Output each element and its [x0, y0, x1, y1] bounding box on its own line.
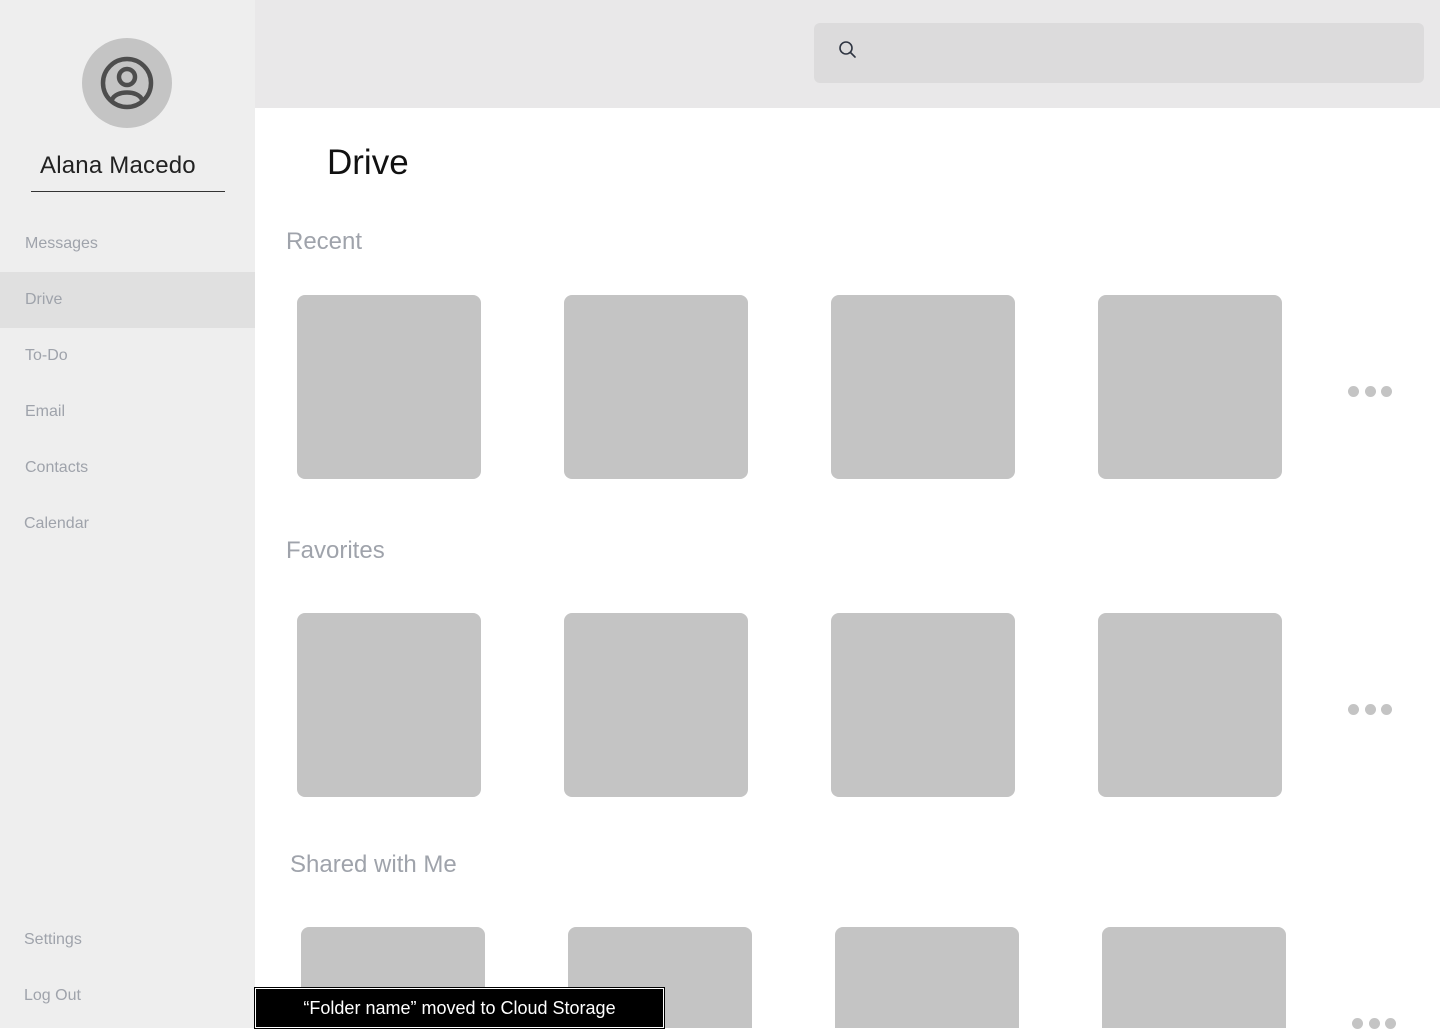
user-icon — [100, 56, 154, 110]
recent-item-3[interactable] — [831, 295, 1015, 479]
username-divider — [31, 191, 225, 192]
dot-icon — [1348, 703, 1359, 715]
recent-item-2[interactable] — [564, 295, 748, 479]
favorites-item-2[interactable] — [564, 613, 748, 797]
sidebar-item-email[interactable]: Email — [0, 384, 255, 440]
sidebar: Alana Macedo Messages Drive To-Do Email … — [0, 0, 255, 1028]
section-title-favorites: Favorites — [286, 537, 385, 564]
dot-icon — [1364, 703, 1376, 715]
page-title: Drive — [327, 143, 409, 182]
logout-link[interactable]: Log Out — [0, 968, 255, 1024]
toast-notification: “Folder name” moved to Cloud Storage — [254, 987, 665, 1029]
section-title-shared: Shared with Me — [290, 851, 457, 878]
dot-icon — [1381, 385, 1392, 397]
dot-icon — [1348, 385, 1359, 397]
recent-item-4[interactable] — [1098, 295, 1282, 479]
sidebar-item-todo[interactable]: To-Do — [0, 328, 255, 384]
dot-icon — [1364, 385, 1376, 397]
sidebar-item-calendar[interactable]: Calendar — [0, 496, 255, 552]
recent-item-1[interactable] — [297, 295, 481, 479]
recent-more-button[interactable] — [1348, 384, 1392, 398]
search-icon — [839, 41, 856, 58]
shared-item-4[interactable] — [1102, 927, 1286, 1028]
search-bar[interactable] — [814, 23, 1424, 83]
settings-link[interactable]: Settings — [0, 912, 255, 968]
section-title-recent: Recent — [286, 228, 363, 255]
dot-icon — [1385, 1017, 1396, 1029]
username: Alana Macedo — [40, 152, 196, 179]
sidebar-item-messages[interactable]: Messages — [0, 216, 255, 272]
shared-item-3[interactable] — [835, 927, 1019, 1028]
favorites-item-4[interactable] — [1098, 613, 1282, 797]
dot-icon — [1381, 703, 1392, 715]
search-input[interactable] — [874, 23, 1408, 83]
sidebar-item-contacts[interactable]: Contacts — [0, 440, 255, 496]
favorites-more-button[interactable] — [1348, 702, 1392, 716]
avatar[interactable] — [82, 38, 172, 128]
dot-icon — [1352, 1017, 1363, 1029]
favorites-item-1[interactable] — [297, 613, 481, 797]
dot-icon — [1368, 1017, 1380, 1029]
sidebar-item-drive[interactable]: Drive — [0, 272, 255, 328]
favorites-item-3[interactable] — [831, 613, 1015, 797]
